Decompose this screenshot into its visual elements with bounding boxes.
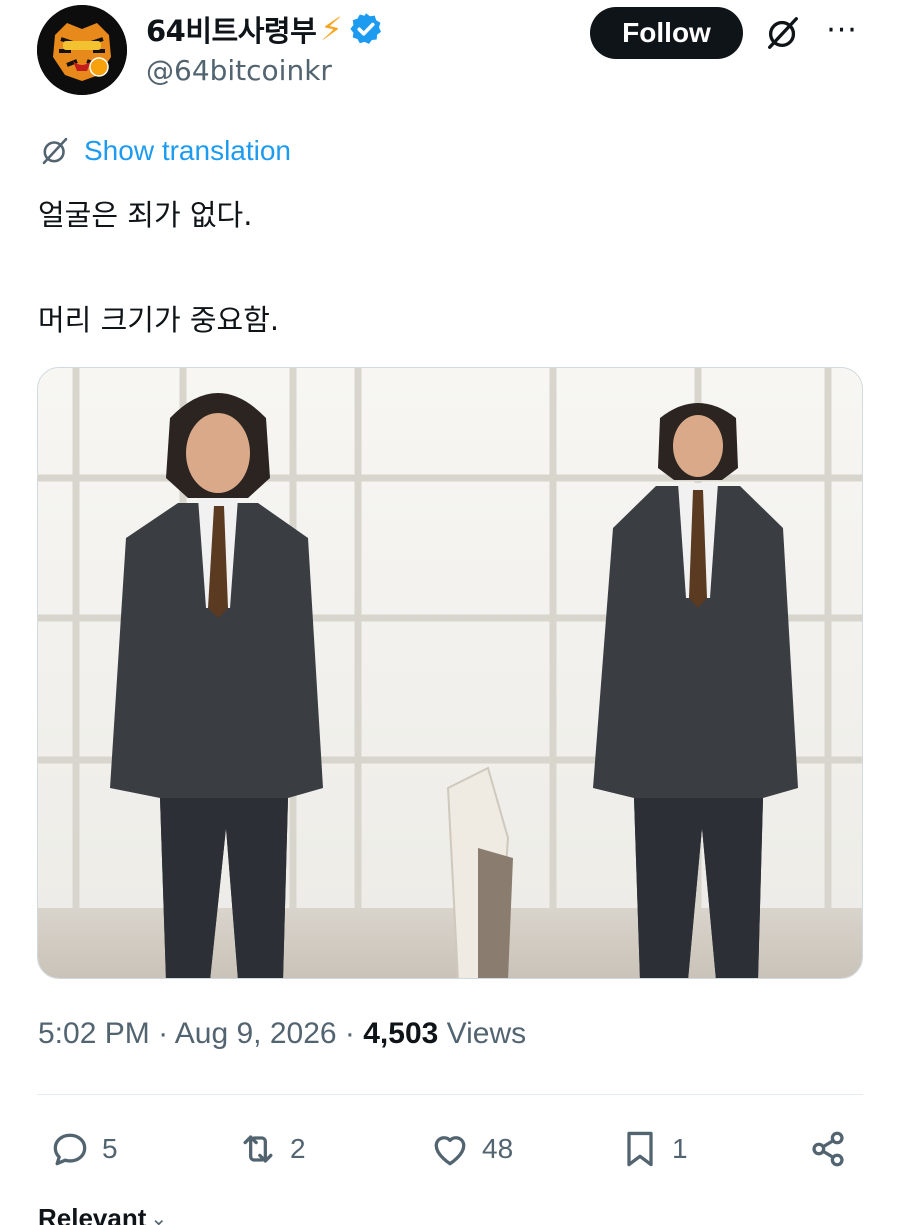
reply-icon [53,1133,87,1166]
tiger-logo-icon [37,5,127,95]
tweet-photo [38,368,862,978]
sort-label: Relevant [38,1203,147,1225]
like-count: 48 [482,1133,514,1164]
display-name-text: 64비트사령부 [146,14,317,48]
tweet-time[interactable]: 5:02 PM [38,1017,150,1050]
grok-translate-icon [42,137,68,165]
share-icon [812,1131,844,1167]
views-label: Views [446,1017,527,1050]
chevron-down-icon: ⌄ [150,1208,168,1225]
tweet-text-line-1: 얼굴은 죄가 없다. [38,198,253,232]
photo-right [436,368,862,978]
more-options-icon[interactable]: ··· [822,10,862,50]
display-name[interactable]: 64비트사령부 ⚡ [146,8,384,50]
bookmark-button[interactable]: 1 [618,1127,688,1171]
verified-badge-icon[interactable] [348,11,384,47]
reply-button[interactable]: 5 [48,1127,118,1171]
reply-count: 5 [102,1133,118,1164]
avatar[interactable] [37,5,127,95]
like-button[interactable]: 48 [428,1127,513,1171]
repost-button[interactable]: 2 [236,1127,306,1171]
photo-left [38,368,436,978]
bookmark-icon [627,1131,653,1167]
meta-separator: · [158,1017,175,1050]
lightning-emoji: ⚡ [320,10,343,48]
follow-button[interactable]: Follow [590,7,743,59]
meta-separator: · [344,1017,364,1050]
heart-icon [434,1136,466,1166]
handle[interactable]: @64bitcoinkr [146,54,332,87]
show-translation-label: Show translation [84,135,292,166]
divider [37,1094,863,1095]
bookmark-count: 1 [672,1133,688,1164]
tweet-media-image[interactable] [37,367,863,979]
show-translation-link[interactable]: Show translation [38,134,291,168]
share-button[interactable] [806,1127,850,1171]
tweet-date[interactable]: Aug 9, 2026 [175,1017,337,1050]
grok-icon[interactable] [764,14,802,52]
tweet-text-line-2: 머리 크기가 중요함. [38,303,280,337]
sort-replies-dropdown[interactable]: Relevant ⌄ [38,1203,167,1225]
views-count: 4,503 [363,1017,439,1050]
repost-count: 2 [290,1133,306,1164]
repost-icon [243,1135,273,1163]
tweet-meta: 5:02 PM · Aug 9, 2026 · 4,503 Views [38,1017,526,1051]
